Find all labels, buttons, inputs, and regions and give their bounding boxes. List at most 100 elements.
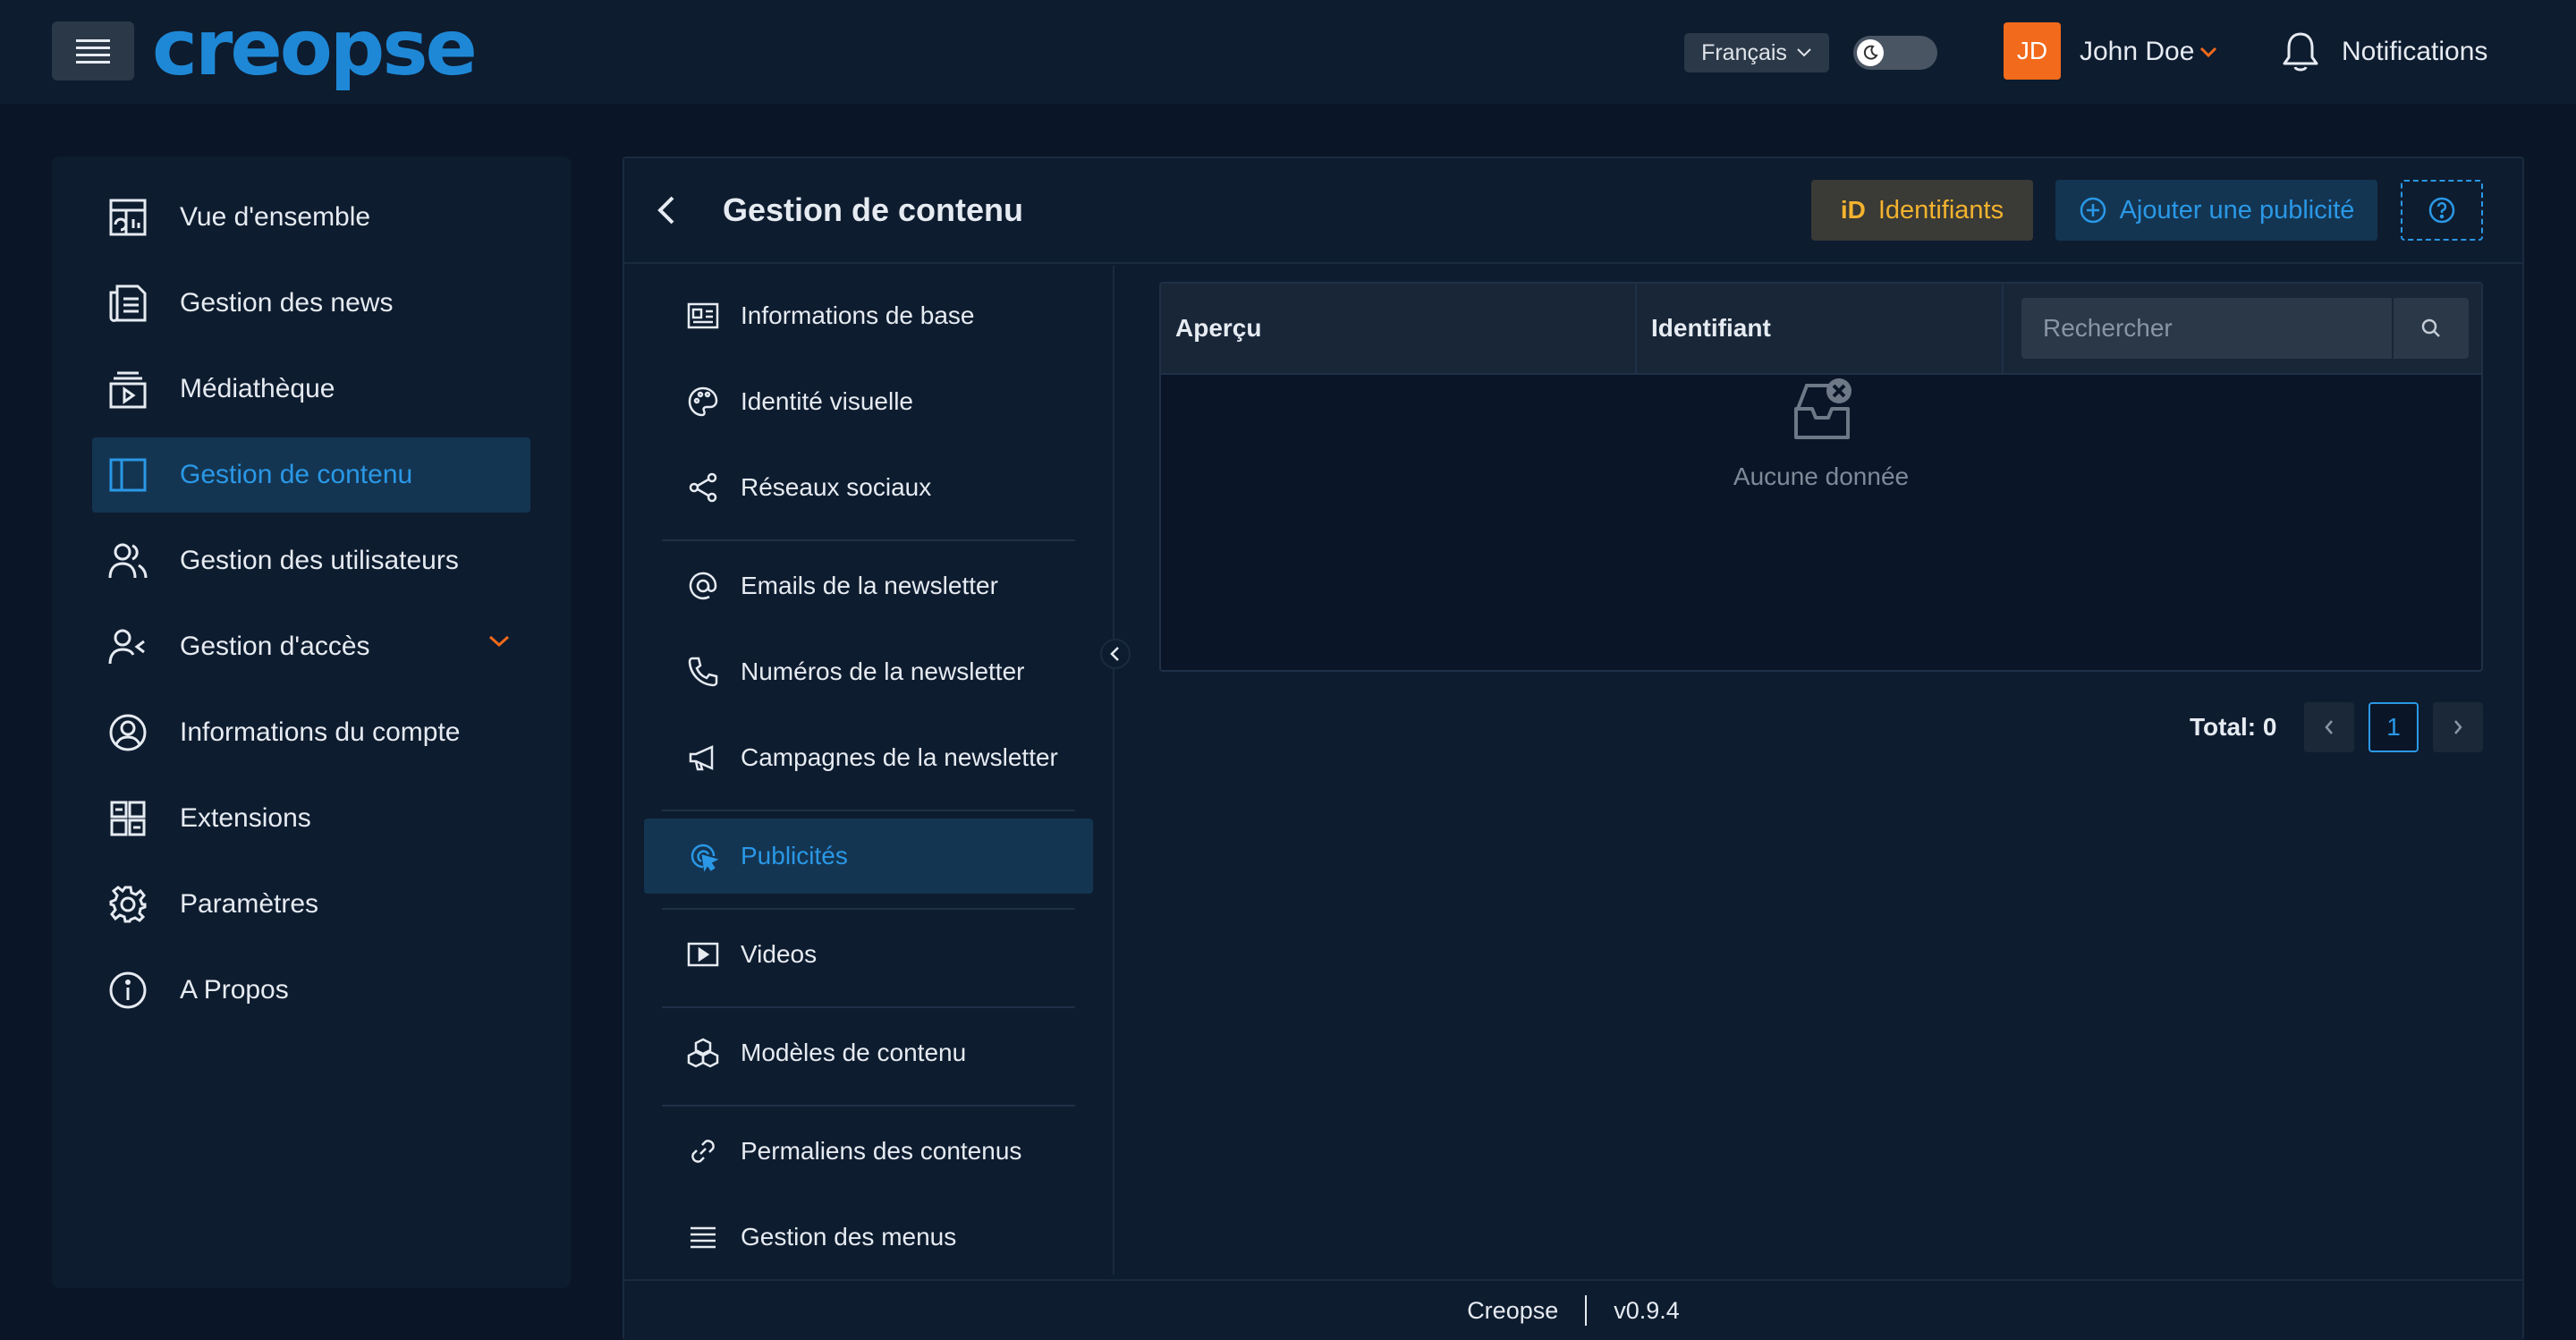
submenu-divider [662, 1006, 1075, 1008]
hamburger-menu-button[interactable] [52, 21, 134, 81]
back-button[interactable] [649, 192, 685, 228]
plus-circle-icon [2080, 197, 2106, 224]
empty-text: Aucune donnée [1733, 462, 1910, 490]
identifiers-button[interactable]: iD Identifiants [1811, 180, 2033, 241]
prev-page-button[interactable] [2304, 702, 2354, 752]
chevron-left-icon [657, 196, 674, 225]
column-separator [2002, 284, 2004, 373]
page-button-current[interactable]: 1 [2368, 702, 2419, 752]
submenu-divider [662, 810, 1075, 811]
footer-separator [1585, 1295, 1588, 1326]
next-page-button[interactable] [2433, 702, 2483, 752]
submenu-item-videos[interactable]: Videos [644, 917, 1093, 992]
sidebar-item-media[interactable]: Médiathèque [92, 352, 530, 427]
content-panel: Gestion de contenu iD Identifiants Ajout… [623, 157, 2524, 1340]
submenu-item-social[interactable]: Réseaux sociaux [644, 450, 1093, 525]
submenu-item-basic-info[interactable]: Informations de base [644, 278, 1093, 353]
sidebar-item-access[interactable]: Gestion d'accès [92, 609, 530, 684]
palette-icon [685, 384, 721, 420]
question-circle-icon [2428, 197, 2455, 224]
cursor-click-icon [685, 838, 721, 874]
submenu-item-newsletter-emails[interactable]: Emails de la newsletter [644, 548, 1093, 623]
menu-lines-icon [685, 1219, 721, 1255]
chevron-down-icon [2200, 47, 2217, 57]
bell-icon [2283, 32, 2318, 72]
id-card-icon [685, 298, 721, 334]
sidebar-item-extensions[interactable]: Extensions [92, 781, 530, 856]
media-library-icon [103, 364, 153, 414]
submenu-item-ads[interactable]: Publicités [644, 818, 1093, 894]
chevron-left-icon [1110, 647, 1119, 661]
column-header-identifier[interactable]: Identifiant [1651, 284, 1771, 373]
total-count: Total: 0 [2190, 713, 2277, 741]
footer-version: v0.9.4 [1614, 1296, 1680, 1324]
sidebar-item-news[interactable]: Gestion des news [92, 266, 530, 341]
user-access-icon [103, 622, 153, 672]
add-ad-button[interactable]: Ajouter une publicité [2055, 180, 2377, 241]
megaphone-icon [685, 740, 721, 776]
help-button[interactable] [2401, 180, 2483, 241]
chevron-down-icon [1797, 48, 1811, 57]
content-submenu: Informations de base Identité visuelle R… [624, 266, 1114, 1275]
layout-icon [103, 450, 153, 500]
top-bar: creopse Français JD John Doe Notificatio… [0, 0, 2576, 104]
moon-icon [1863, 45, 1878, 60]
gear-icon [103, 879, 153, 929]
chevron-down-icon [488, 635, 510, 648]
share-icon [685, 470, 721, 505]
id-badge-icon: iD [1840, 196, 1866, 224]
language-label: Français [1701, 39, 1787, 65]
empty-inbox-icon [1794, 378, 1852, 439]
sidebar-item-account[interactable]: Informations du compte [92, 695, 530, 770]
submenu-item-newsletter-campaigns[interactable]: Campagnes de la newsletter [644, 720, 1093, 795]
page-title: Gestion de contenu [723, 191, 1024, 228]
column-header-preview[interactable]: Aperçu [1175, 284, 1261, 373]
notifications-label: Notifications [2342, 37, 2488, 66]
sidebar-item-overview[interactable]: Vue d'ensemble [92, 180, 530, 255]
chevron-left-icon [2325, 720, 2333, 734]
phone-icon [685, 654, 721, 690]
info-icon [103, 965, 153, 1015]
dashboard-icon [103, 192, 153, 242]
sidebar-item-about[interactable]: A Propos [92, 953, 530, 1028]
submenu-divider [662, 1105, 1075, 1107]
video-icon [685, 937, 721, 972]
avatar[interactable]: JD [2004, 22, 2061, 80]
ads-table: Aperçu Identifiant Aucune donnée [1159, 282, 2483, 672]
language-select[interactable]: Français [1684, 33, 1829, 72]
footer: Creopse v0.9.4 [624, 1279, 2522, 1340]
submenu-item-permalinks[interactable]: Permaliens des contenus [644, 1114, 1093, 1189]
account-circle-icon [103, 708, 153, 758]
search-button[interactable] [2394, 298, 2469, 359]
submenu-item-newsletter-numbers[interactable]: Numéros de la newsletter [644, 634, 1093, 709]
sidebar-item-settings[interactable]: Paramètres [92, 867, 530, 942]
notifications-button[interactable]: Notifications [2281, 27, 2487, 77]
at-icon [685, 568, 721, 604]
search-input[interactable] [2021, 298, 2392, 359]
blocks-icon [685, 1035, 721, 1071]
search-box [2021, 298, 2469, 359]
collapse-submenu-button[interactable] [1100, 639, 1131, 669]
sidebar-item-users[interactable]: Gestion des utilisateurs [92, 523, 530, 598]
submenu-item-visual-identity[interactable]: Identité visuelle [644, 364, 1093, 439]
extensions-icon [103, 793, 153, 844]
submenu-divider [662, 908, 1075, 910]
sidebar-item-content[interactable]: Gestion de contenu [92, 437, 530, 513]
hamburger-icon [76, 39, 110, 64]
theme-toggle[interactable] [1853, 36, 1937, 70]
submenu-item-content-models[interactable]: Modèles de contenu [644, 1015, 1093, 1090]
submenu-item-menus[interactable]: Gestion des menus [644, 1200, 1093, 1275]
sidebar: Vue d'ensemble Gestion des news Médiathè… [52, 157, 571, 1288]
table-header: Aperçu Identifiant [1161, 284, 2481, 375]
user-menu[interactable]: John Doe [2080, 32, 2217, 72]
app-logo[interactable]: creopse [152, 4, 478, 93]
link-icon [685, 1133, 721, 1169]
chevron-right-icon [2454, 720, 2462, 734]
newspaper-icon [103, 278, 153, 328]
username-label: John Doe [2080, 37, 2195, 66]
column-separator [1635, 284, 1637, 373]
submenu-divider [662, 539, 1075, 541]
users-icon [103, 536, 153, 586]
footer-app-name: Creopse [1467, 1296, 1559, 1324]
panel-header: Gestion de contenu iD Identifiants Ajout… [624, 158, 2522, 264]
